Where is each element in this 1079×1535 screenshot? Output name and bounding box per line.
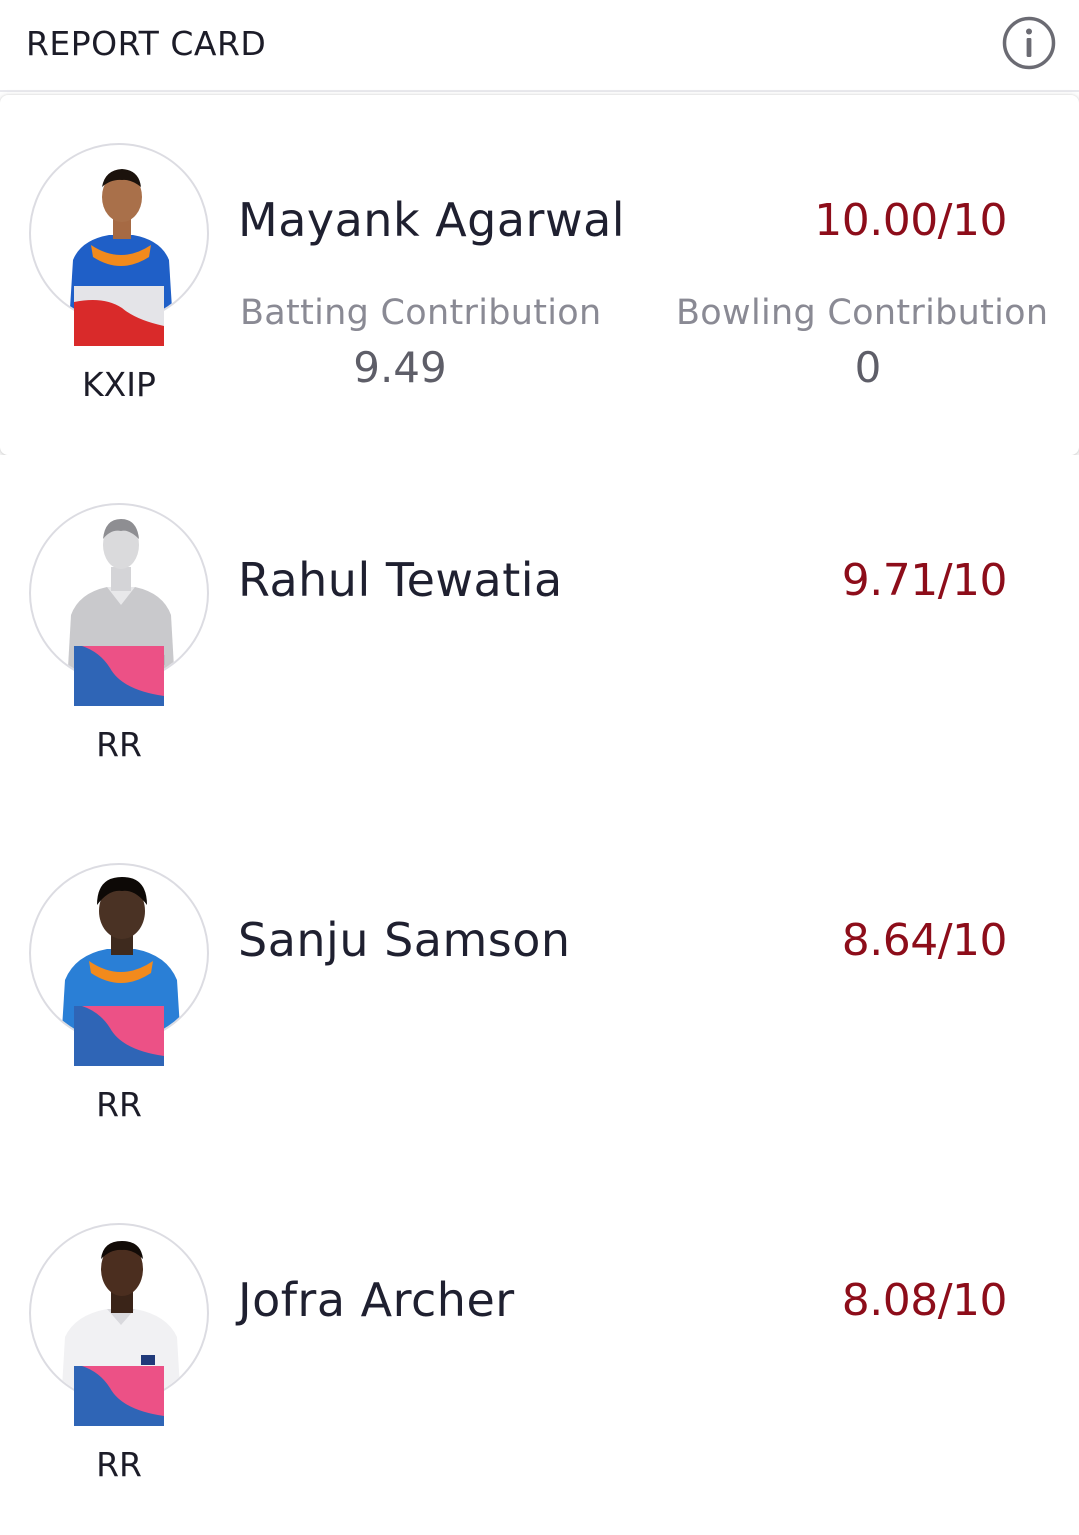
player-card[interactable]: KXIP Mayank Agarwal 10.00/10 Batting Con… (0, 95, 1079, 455)
player-avatar-wrap (29, 503, 209, 713)
team-flag-rr (74, 1366, 164, 1426)
player-name: Jofra Archer (238, 1273, 515, 1327)
player-score: 9.71/10 (841, 555, 1008, 606)
team-flag-kxip (74, 286, 164, 346)
batting-contribution-value: 9.49 (353, 343, 447, 392)
bowling-contribution-label: Bowling Contribution (676, 293, 1049, 333)
player-avatar-wrap (29, 1223, 209, 1433)
player-card[interactable]: RR Sanju Samson 8.64/10 (0, 815, 1079, 1175)
player-avatar-wrap (29, 143, 209, 353)
player-score: 10.00/10 (814, 195, 1007, 246)
player-name: Sanju Samson (238, 913, 571, 967)
bowling-contribution-value: 0 (854, 343, 882, 392)
player-card[interactable]: RR Jofra Archer 8.08/10 (0, 1175, 1079, 1535)
player-name: Mayank Agarwal (238, 193, 626, 247)
player-score: 8.64/10 (841, 915, 1008, 966)
batting-contribution-label: Batting Contribution (240, 293, 602, 333)
team-flag-rr (74, 1006, 164, 1066)
app-header: REPORT CARD (0, 0, 1079, 92)
team-abbreviation: RR (96, 1445, 142, 1484)
player-card[interactable]: RR Rahul Tewatia 9.71/10 (0, 455, 1079, 815)
team-abbreviation: RR (96, 725, 142, 764)
player-name: Rahul Tewatia (238, 553, 563, 607)
player-score: 8.08/10 (841, 1275, 1008, 1326)
player-avatar-wrap (29, 863, 209, 1073)
info-icon[interactable] (1001, 15, 1057, 71)
team-abbreviation: RR (96, 1085, 142, 1124)
team-flag-rr (74, 646, 164, 706)
team-abbreviation: KXIP (82, 365, 156, 404)
page-title: REPORT CARD (26, 24, 267, 63)
